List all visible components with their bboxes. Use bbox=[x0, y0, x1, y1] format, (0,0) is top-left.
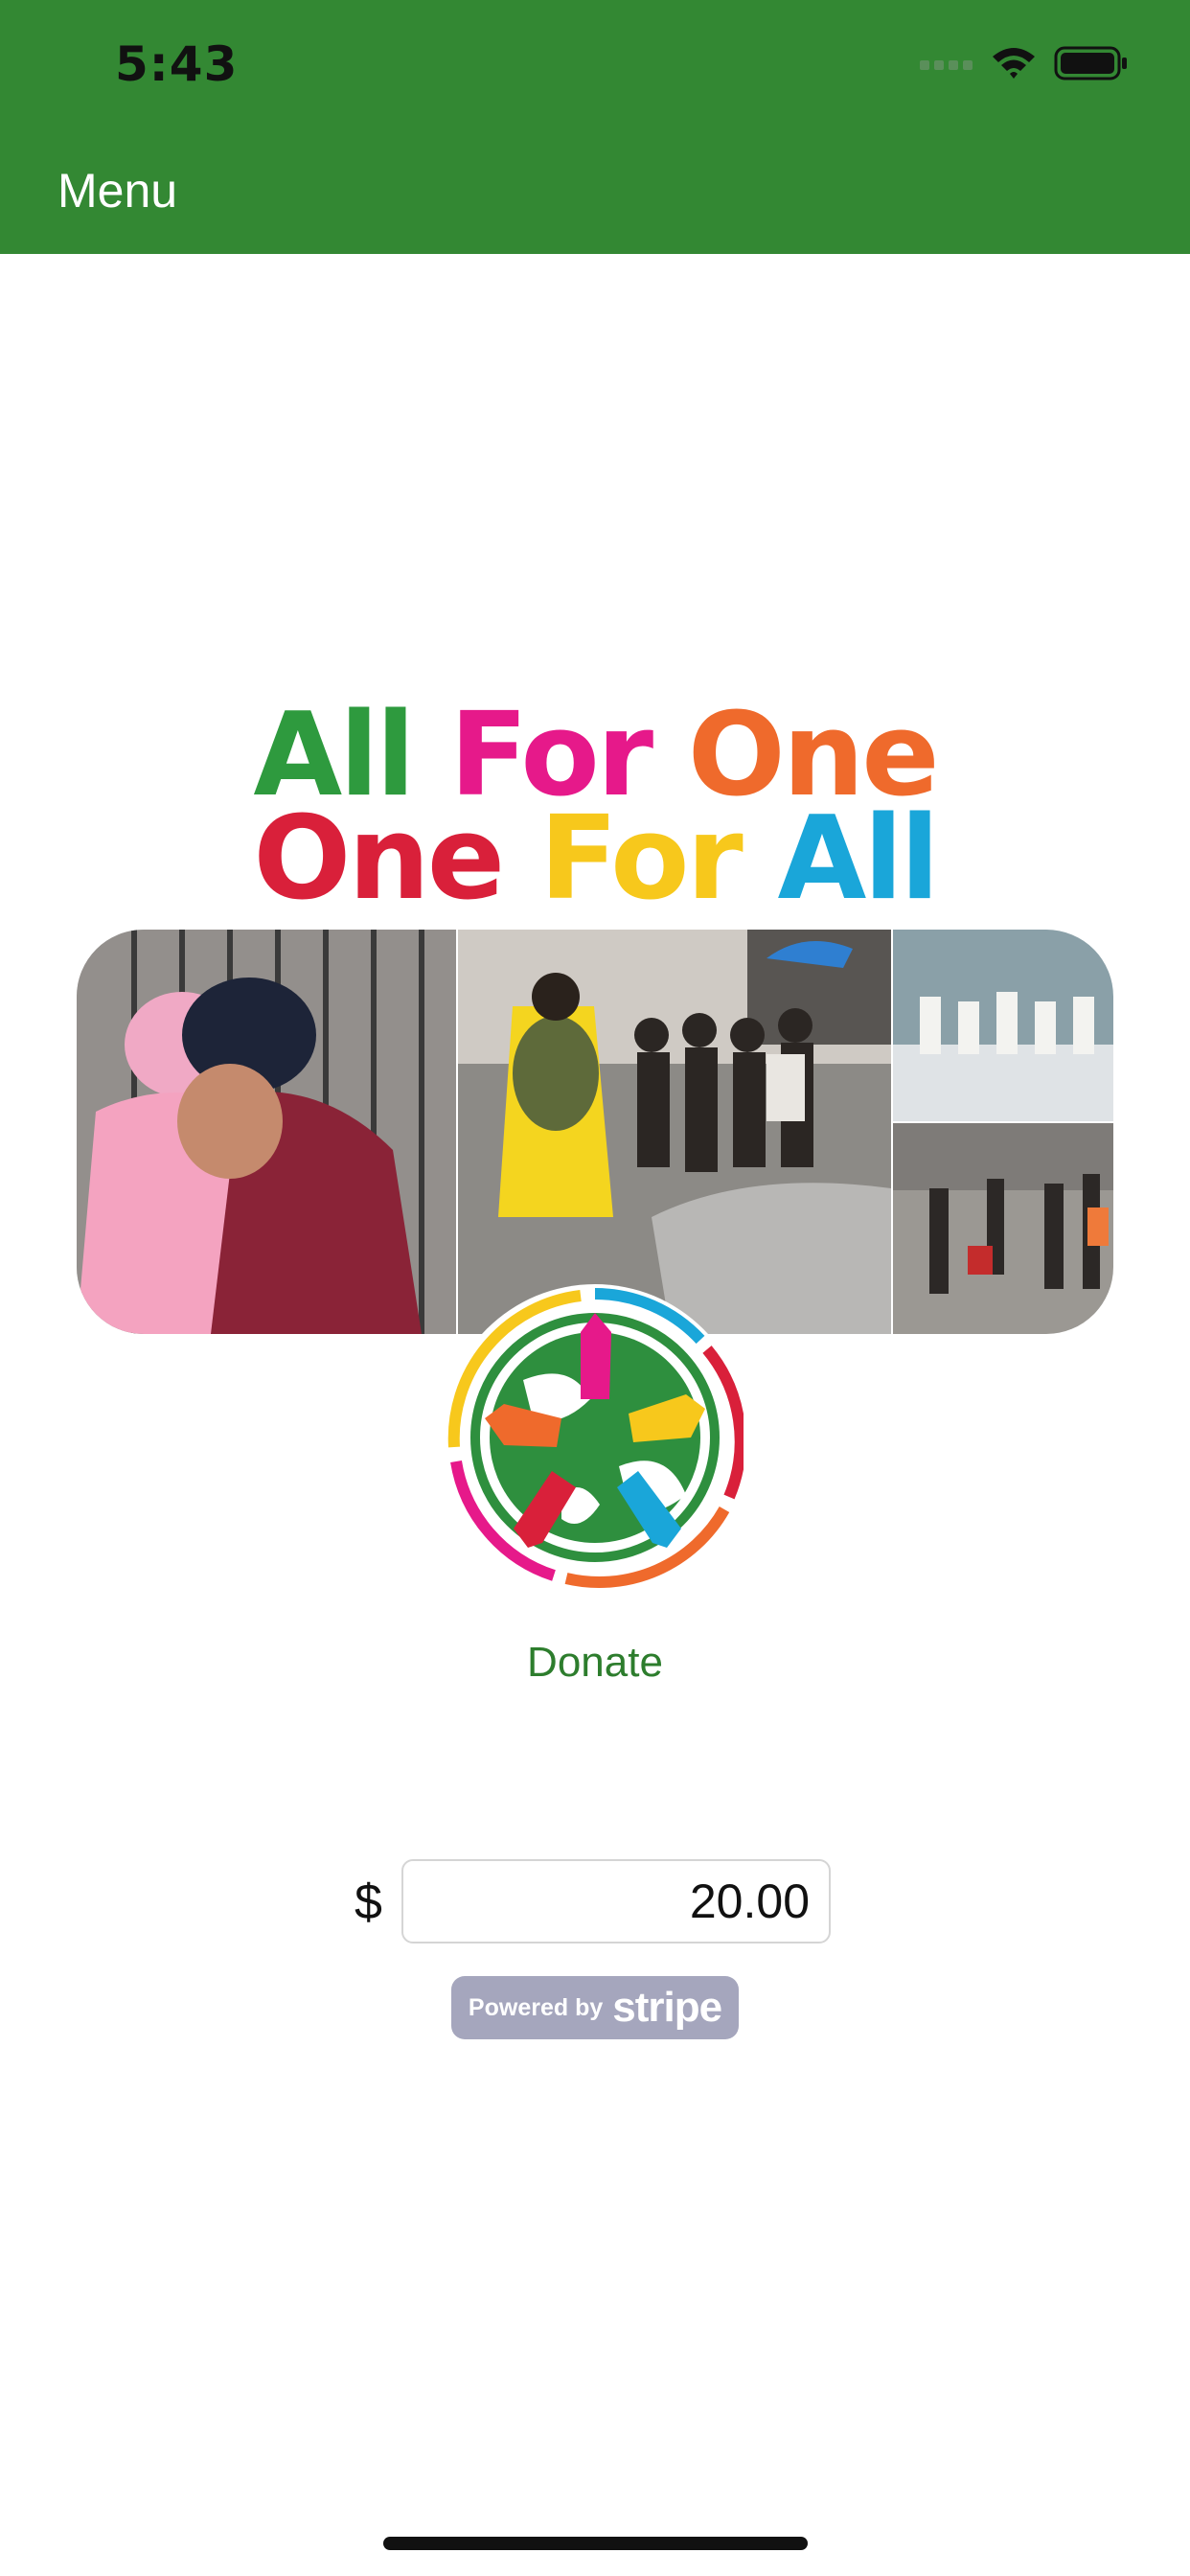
stripe-logo: stripe bbox=[612, 1984, 722, 2031]
org-logo bbox=[442, 1275, 748, 1591]
currency-symbol: $ bbox=[355, 1874, 382, 1930]
banner-word: For bbox=[538, 793, 778, 926]
donate-button[interactable]: Donate bbox=[0, 1639, 1190, 1687]
app-header: 5:43 Menu bbox=[0, 0, 1190, 254]
donation-amount-input[interactable] bbox=[401, 1859, 831, 1944]
stripe-badge-prefix: Powered by bbox=[468, 1993, 604, 2021]
powered-by-stripe-badge[interactable]: Powered by stripe bbox=[451, 1976, 739, 2039]
menu-button[interactable]: Menu bbox=[57, 163, 177, 218]
banner-word: All bbox=[777, 793, 939, 926]
home-indicator bbox=[383, 2537, 808, 2550]
banner-word: One bbox=[253, 793, 539, 926]
banner-title-line2: One For All bbox=[0, 802, 1190, 917]
signal-icon bbox=[920, 60, 973, 70]
hands-globe-logo-icon bbox=[442, 1284, 748, 1591]
banner-photo-collage bbox=[77, 930, 1113, 1334]
wifi-icon bbox=[993, 48, 1035, 79]
photo-collage-image bbox=[77, 930, 1113, 1334]
battery-icon bbox=[1054, 46, 1127, 80]
status-time: 5:43 bbox=[115, 36, 239, 92]
status-icons bbox=[920, 44, 1129, 82]
